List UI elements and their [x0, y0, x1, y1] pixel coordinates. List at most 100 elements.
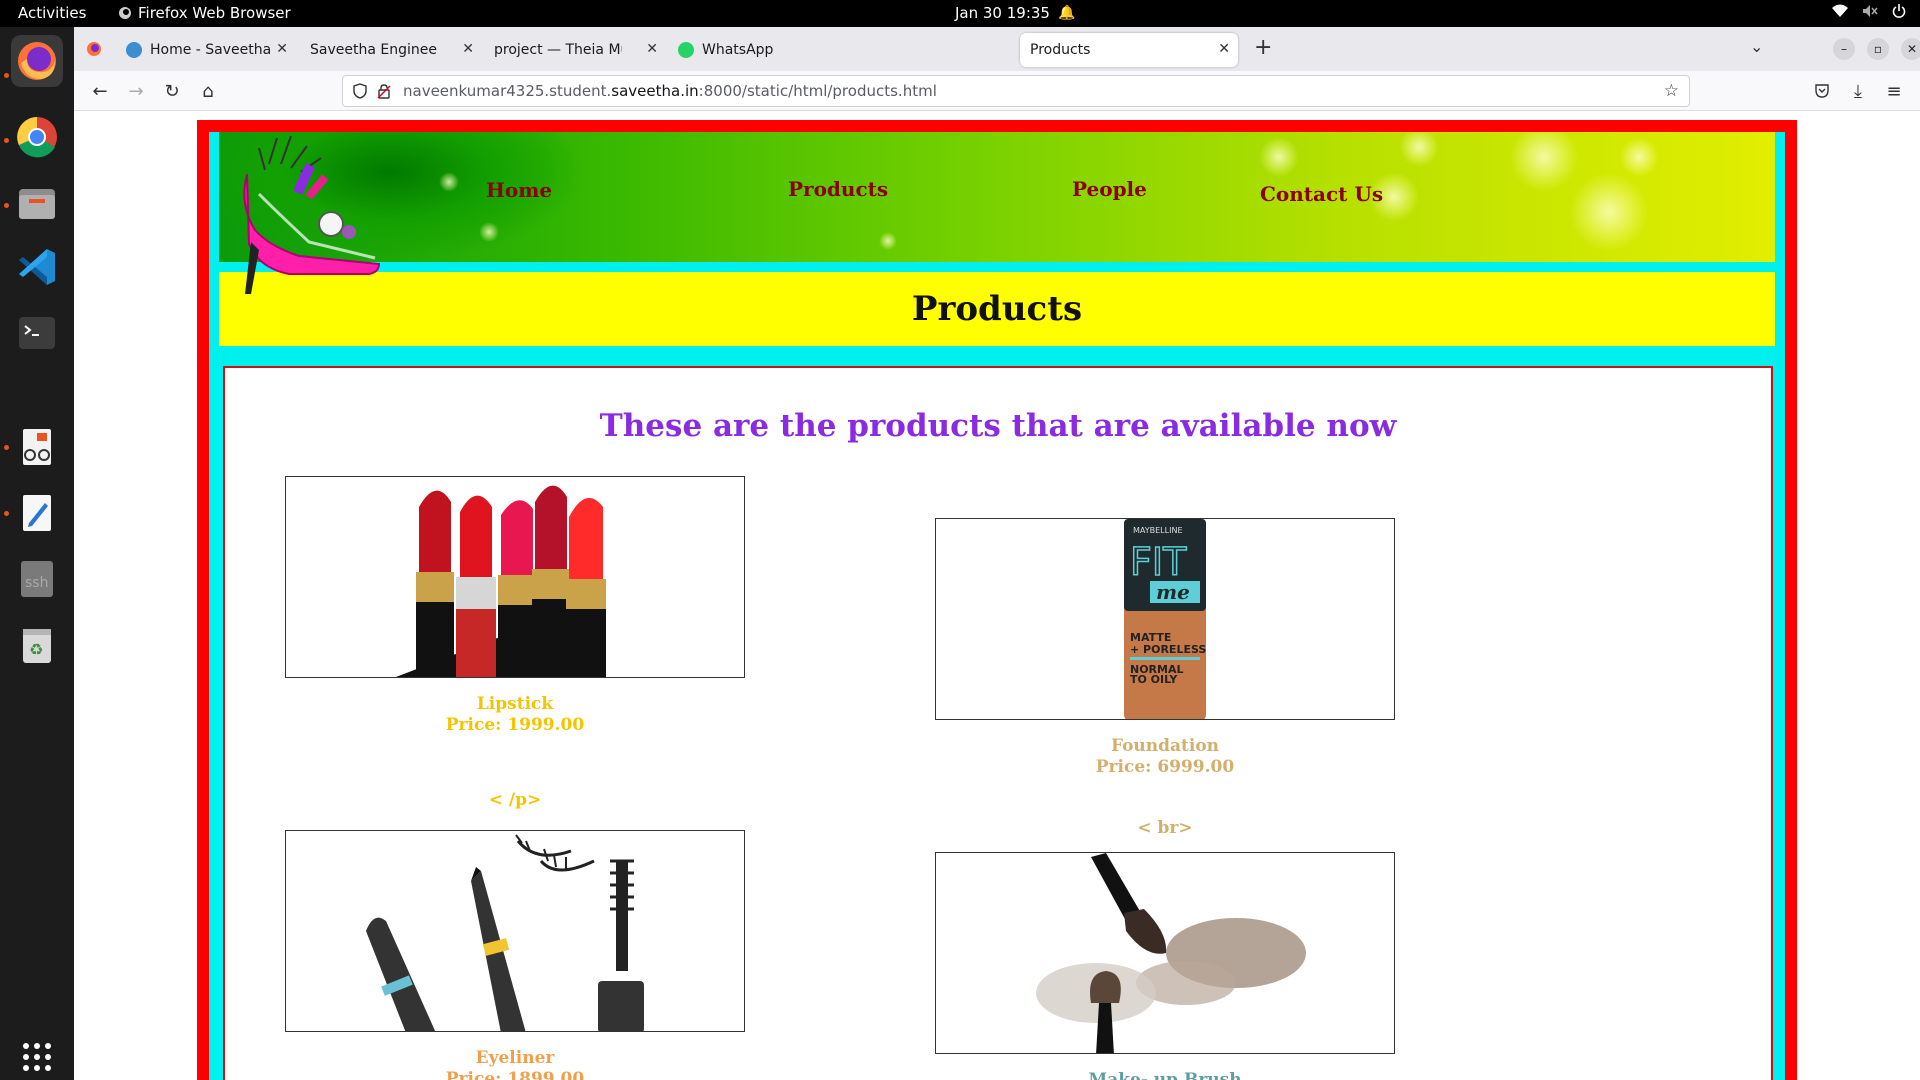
wifi-icon — [1832, 4, 1848, 17]
close-window-button[interactable]: ✕ — [1901, 38, 1920, 60]
firefox-icon[interactable] — [11, 35, 63, 87]
foundation-image: MAYBELLINE FIT me MATTE + PORELESS NORMA… — [935, 518, 1395, 720]
bottle-me: me — [1156, 580, 1190, 604]
firefox-view-icon[interactable] — [86, 41, 102, 61]
back-arrow-icon[interactable]: ← — [88, 79, 112, 103]
bookmark-star-icon[interactable]: ☆ — [1664, 81, 1679, 101]
home-icon[interactable]: ⌂ — [196, 79, 220, 103]
product-price: Price: 1899.00 — [445, 1069, 585, 1080]
makeup-brush-image — [935, 852, 1395, 1054]
minimize-button[interactable]: – — [1833, 38, 1855, 60]
clock[interactable]: Jan 30 19:35 — [955, 4, 1050, 22]
tab-title: WhatsApp — [702, 42, 774, 58]
reload-icon[interactable]: ↻ — [160, 79, 184, 103]
power-icon — [1892, 4, 1906, 18]
saveetha-favicon — [126, 42, 142, 58]
bokeh-decoration — [1399, 132, 1439, 167]
bokeh-decoration — [1569, 172, 1649, 252]
tab-products[interactable]: Products ✕ — [1020, 33, 1238, 67]
stray-tag-text: < /p> — [488, 790, 542, 810]
nav-link-people[interactable]: People — [1072, 177, 1147, 201]
product-price: Price: 1999.00 — [445, 715, 585, 735]
eyeliner-image — [285, 830, 745, 1032]
tab-title: Home - Saveetha (Autonc — [150, 42, 276, 58]
nav-link-contact-us[interactable]: Contact Us — [1260, 182, 1383, 206]
page-frame: Home Products People Contact Us Products — [197, 120, 1797, 1080]
firefox-small-icon — [119, 7, 131, 19]
logo-high-heel-icon — [229, 134, 389, 294]
close-icon[interactable]: ✕ — [1218, 41, 1230, 57]
page-title: Products — [911, 289, 1083, 329]
trash-icon[interactable]: ♻ — [11, 619, 63, 671]
document-viewer-icon[interactable] — [11, 421, 63, 473]
system-top-bar: Activities Firefox Web Browser Jan 30 19… — [0, 0, 1920, 27]
notification-bell-icon: 🔔 — [1058, 5, 1076, 21]
product-caption-foundation: Foundation Price: 6999.00 < br> — [935, 736, 1395, 839]
tab-title: project — Theia Multi-Langu — [494, 42, 622, 58]
url-prefix: naveenkumar4325.student. — [403, 82, 612, 100]
activities-button[interactable]: Activities — [18, 4, 86, 22]
running-indicator — [4, 138, 9, 143]
app-grid-icon[interactable] — [11, 1031, 63, 1080]
running-indicator — [4, 445, 9, 450]
menu-icon[interactable]: ≡ — [1882, 79, 1906, 103]
bottle-fit: FIT — [1130, 540, 1187, 584]
dock: ssh ♻ — [0, 27, 74, 1080]
bottle-line2: + PORELESS — [1130, 643, 1206, 656]
nav-link-products[interactable]: Products — [788, 177, 888, 201]
product-price: Price: 6999.00 — [1095, 757, 1235, 777]
url-bar[interactable]: naveenkumar4325.student. saveetha.in:8000… — [342, 75, 1690, 107]
running-indicator — [4, 73, 9, 78]
header-banner: Home Products People Contact Us — [219, 132, 1775, 262]
svg-text:ssh: ssh — [25, 575, 48, 591]
app-menu[interactable]: Firefox Web Browser — [118, 4, 291, 22]
page-body: Home Products People Contact Us Products — [209, 132, 1785, 1080]
tab-list-chevron-down-icon[interactable]: ⌄ — [1750, 37, 1763, 56]
products-section: These are the products that are availabl… — [223, 366, 1773, 1080]
new-tab-button[interactable]: + — [1254, 35, 1272, 60]
bokeh-decoration — [1619, 137, 1659, 177]
bokeh-decoration — [479, 222, 499, 242]
tab-home-saveetha[interactable]: Home - Saveetha (Autonc ✕ — [116, 33, 296, 67]
tab-project-theia[interactable]: project — Theia Multi-Langu ✕ — [484, 33, 666, 67]
page-title-bar: Products — [219, 272, 1775, 346]
vscode-icon[interactable] — [11, 241, 63, 293]
bokeh-decoration — [1509, 132, 1579, 192]
product-caption-eyeliner: Eyeliner Price: 1899.00 — [285, 1048, 745, 1080]
whatsapp-favicon — [678, 42, 694, 58]
close-icon[interactable]: ✕ — [276, 41, 288, 57]
bottle-brand: MAYBELLINE — [1133, 526, 1183, 535]
ssh-icon[interactable]: ssh — [11, 553, 63, 605]
running-indicator — [4, 203, 9, 208]
product-name: Lipstick — [476, 694, 554, 714]
system-tray[interactable] — [1832, 4, 1906, 18]
text-editor-icon[interactable] — [11, 487, 63, 539]
svg-text:♻: ♻ — [29, 640, 43, 659]
forward-arrow-icon[interactable]: → — [124, 79, 148, 103]
download-icon[interactable]: ⤓ — [1846, 79, 1870, 103]
running-indicator — [4, 511, 9, 516]
lipstick-image — [285, 476, 745, 678]
bottle-line4: TO OILY — [1130, 673, 1178, 686]
close-icon[interactable]: ✕ — [462, 41, 474, 57]
page-viewport: Home Products People Contact Us Products — [74, 112, 1920, 1080]
maximize-button[interactable]: ▫ — [1867, 38, 1889, 60]
bokeh-decoration — [439, 172, 459, 192]
tab-saveetha-engineering[interactable]: Saveetha Engineering Colleg ✕ — [300, 33, 482, 67]
chrome-icon[interactable] — [11, 111, 63, 163]
files-icon[interactable] — [11, 177, 63, 229]
url-host: saveetha.in — [611, 82, 699, 100]
url-suffix: :8000/static/html/products.html — [698, 82, 937, 100]
terminal-icon[interactable] — [11, 307, 63, 359]
lipstick-shapes — [416, 485, 606, 677]
volume-muted-icon — [1863, 5, 1878, 17]
nav-link-home[interactable]: Home — [486, 178, 552, 202]
bokeh-decoration — [879, 232, 897, 250]
insecure-lock-icon[interactable] — [377, 83, 391, 103]
shield-icon[interactable] — [353, 83, 367, 103]
section-heading: These are the products that are availabl… — [599, 408, 1397, 444]
close-icon[interactable]: ✕ — [646, 41, 658, 57]
navigation-toolbar: ← → ↻ ⌂ naveenkumar4325.student. saveetha… — [74, 71, 1920, 111]
pocket-icon[interactable] — [1810, 79, 1834, 103]
app-name: Firefox Web Browser — [138, 4, 291, 22]
